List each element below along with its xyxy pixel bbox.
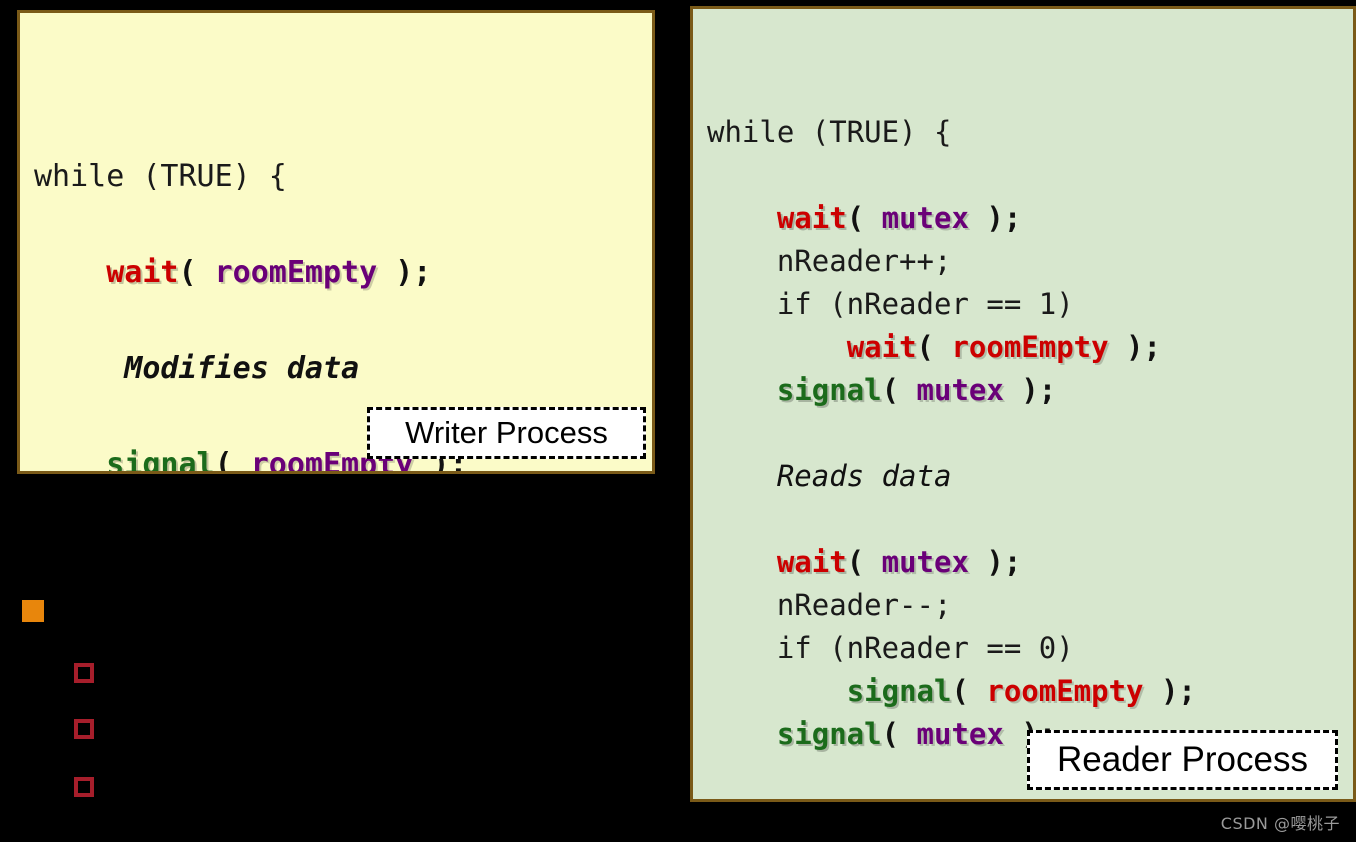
code-token: );	[968, 545, 1022, 579]
code-token: );	[1143, 674, 1196, 708]
code-token: );	[377, 255, 432, 290]
csdn-watermark: CSDN @嘤桃子	[1220, 814, 1340, 833]
code-token: Modifies data	[106, 351, 360, 386]
code-token: roomEmpty	[951, 330, 1109, 364]
hollow-square-bullet-icon	[74, 777, 94, 797]
code-token: wait	[776, 201, 847, 235]
slide-canvas: while (TRUE) { wait( roomEmpty ); Modifi…	[0, 0, 1356, 842]
code-token: mutex	[881, 201, 969, 235]
writer-process-caption: Writer Process	[367, 407, 646, 459]
code-token: (	[178, 255, 215, 290]
code-line: if (nReader == 0)	[707, 627, 1353, 670]
code-token: (	[881, 717, 917, 751]
code-line: wait( roomEmpty );	[707, 326, 1353, 369]
code-token: (	[846, 545, 882, 579]
code-line: nReader++;	[707, 240, 1353, 283]
code-token: );	[968, 201, 1022, 235]
code-line: signal( roomEmpty );	[707, 670, 1353, 713]
code-token: if (nReader == 1)	[776, 287, 1074, 321]
code-token: signal	[776, 717, 882, 751]
code-token: mutex	[916, 373, 1004, 407]
code-line: }	[707, 799, 1353, 802]
reader-process-code-panel: while (TRUE) { wait( mutex ); nReader++;…	[690, 6, 1356, 802]
list-item[interactable]	[74, 663, 108, 683]
code-token: (	[846, 201, 882, 235]
code-line: while (TRUE) {	[707, 111, 1353, 154]
reader-code-block: while (TRUE) { wait( mutex ); nReader++;…	[707, 111, 1353, 802]
code-token: signal	[776, 373, 882, 407]
code-token: (	[951, 674, 987, 708]
code-token: );	[1003, 373, 1057, 407]
code-token: nReader++;	[776, 244, 952, 278]
code-token: signal	[106, 447, 215, 474]
hollow-square-bullet-icon	[74, 719, 94, 739]
hollow-square-bullet-icon	[74, 663, 94, 683]
code-line: signal( mutex );	[707, 369, 1353, 412]
code-token: (	[214, 447, 251, 474]
code-token: if (nReader == 0)	[776, 631, 1074, 665]
code-line: wait( mutex );	[707, 541, 1353, 584]
code-line: nReader--;	[707, 584, 1353, 627]
code-token: roomEmpty	[986, 674, 1144, 708]
bullet-list	[0, 560, 660, 842]
filled-square-bullet-icon	[22, 600, 44, 622]
code-token: mutex	[916, 717, 1004, 751]
code-token: );	[1108, 330, 1161, 364]
code-line: Modifies data	[34, 345, 652, 393]
code-line: Reads data	[707, 455, 1353, 498]
list-item[interactable]	[22, 600, 58, 622]
code-token: Reads data	[776, 459, 952, 493]
code-token: roomEmpty	[214, 255, 378, 290]
reader-process-caption: Reader Process	[1027, 730, 1338, 790]
code-token: while (TRUE) {	[34, 159, 287, 194]
code-line: wait( roomEmpty );	[34, 249, 652, 297]
code-line: wait( mutex );	[707, 197, 1353, 240]
list-item[interactable]	[74, 777, 108, 797]
code-token: while (TRUE) {	[707, 115, 952, 149]
code-token: wait	[776, 545, 847, 579]
code-token: signal	[846, 674, 952, 708]
code-token: wait	[106, 255, 179, 290]
writer-process-code-panel: while (TRUE) { wait( roomEmpty ); Modifi…	[17, 10, 655, 474]
code-token: (	[881, 373, 917, 407]
code-line: while (TRUE) {	[34, 153, 652, 201]
code-token: (	[916, 330, 952, 364]
code-token: nReader--;	[776, 588, 952, 622]
list-item[interactable]	[74, 719, 108, 739]
code-token: mutex	[881, 545, 969, 579]
code-token: wait	[846, 330, 917, 364]
code-line: if (nReader == 1)	[707, 283, 1353, 326]
